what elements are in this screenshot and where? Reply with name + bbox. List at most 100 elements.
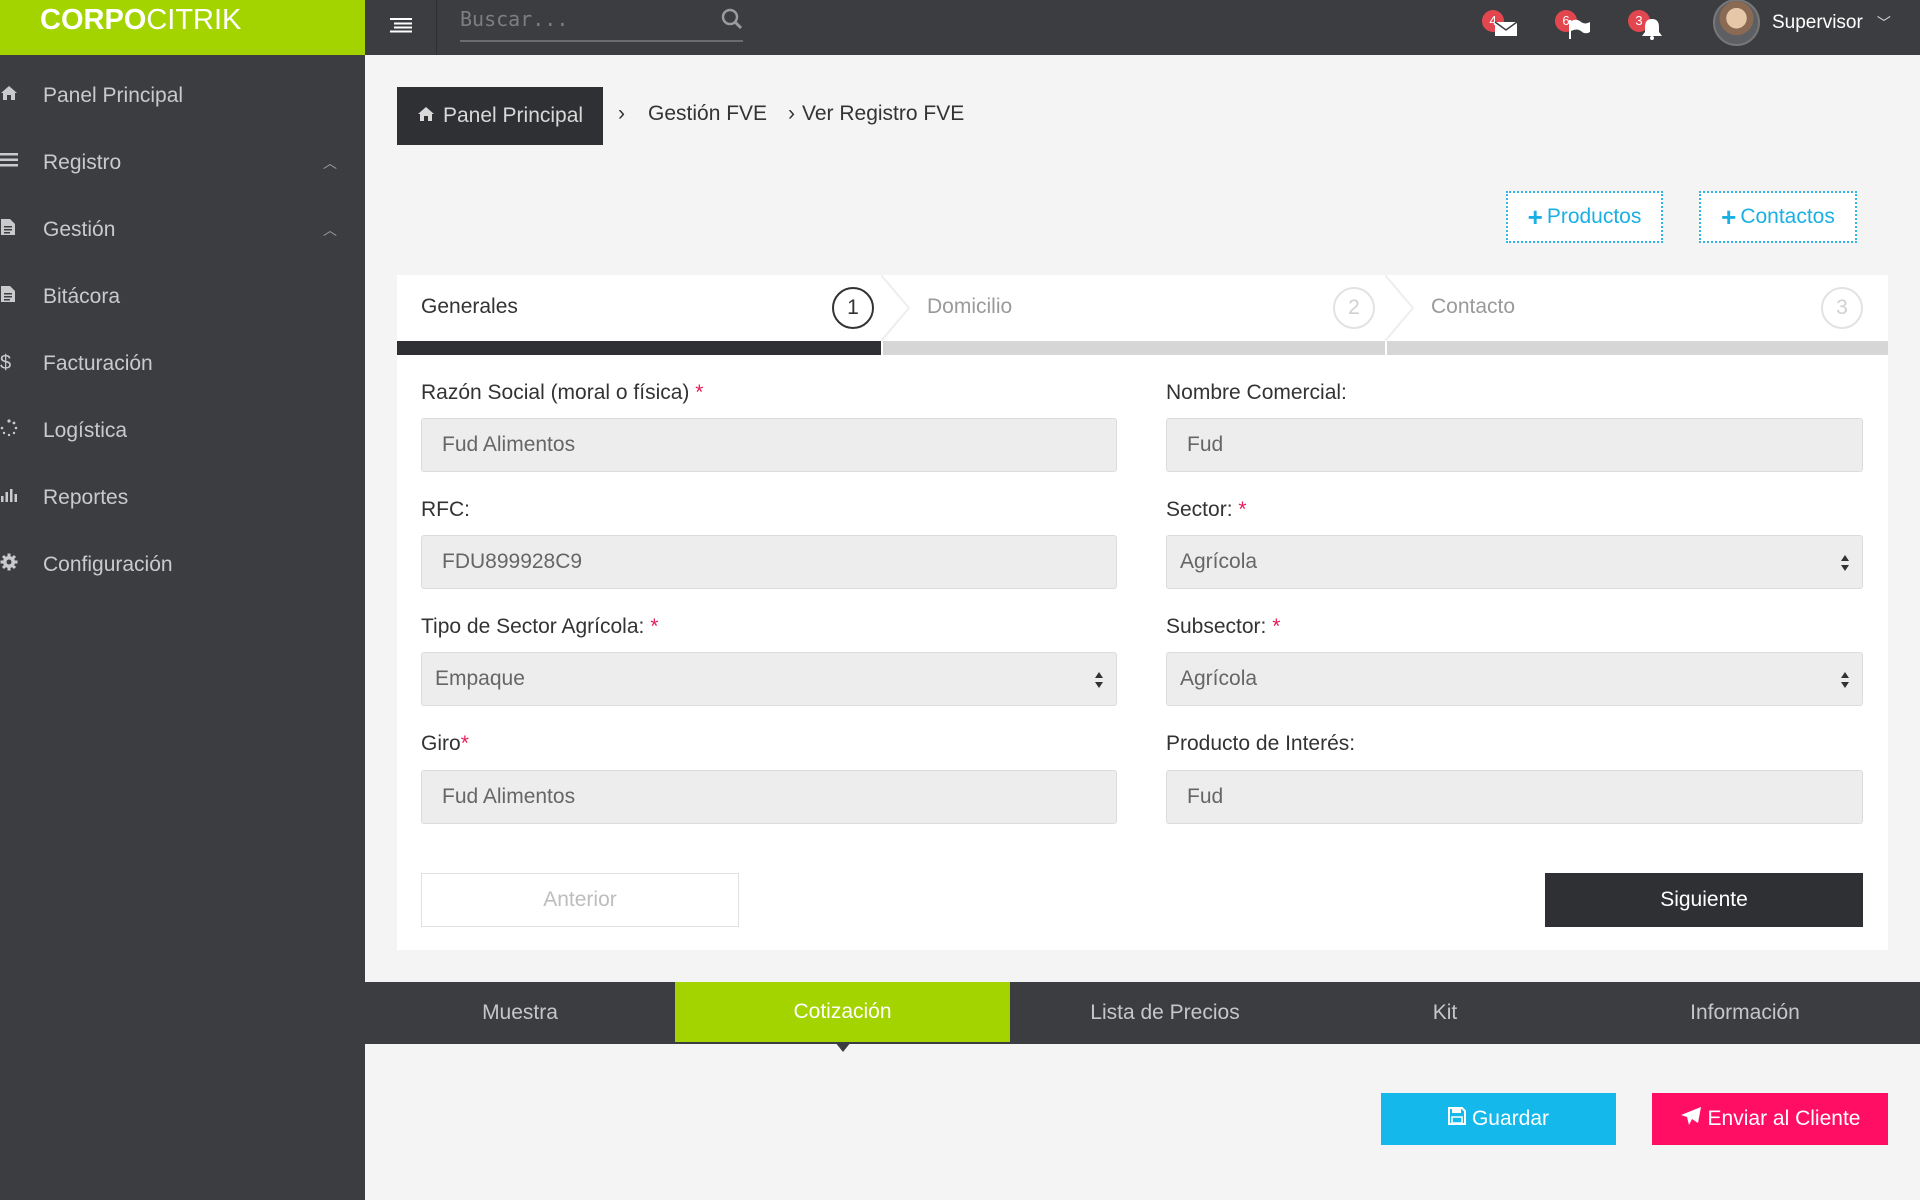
avatar bbox=[1713, 0, 1760, 46]
send-to-client-label: Enviar al Cliente bbox=[1707, 1107, 1861, 1130]
send-to-client-button[interactable]: Enviar al Cliente bbox=[1652, 1093, 1888, 1145]
chevron-down-icon: ﹀ bbox=[1876, 14, 1891, 31]
menu-icon bbox=[389, 17, 412, 38]
add-contacts-button[interactable]: + Contactos bbox=[1699, 191, 1857, 243]
sidebar-item-registro[interactable]: Registro ︿ bbox=[0, 129, 365, 196]
sector-select[interactable]: Agrícola bbox=[1166, 535, 1863, 589]
tab-informacion[interactable]: Información bbox=[1570, 982, 1920, 1044]
list-icon bbox=[0, 151, 43, 174]
search-icon[interactable] bbox=[721, 8, 743, 35]
chevron-up-icon: ︿ bbox=[323, 221, 337, 238]
tipo-sector-select[interactable]: Empaque bbox=[421, 652, 1117, 706]
messages-notification[interactable]: 4 bbox=[1482, 10, 1522, 44]
top-navbar: 4 6 3 Supervisor ﹀ bbox=[365, 0, 1920, 55]
document-icon bbox=[0, 285, 43, 309]
wizard-step-progress bbox=[1387, 341, 1888, 355]
sidebar-item-label: Gestión bbox=[43, 217, 116, 241]
sidebar-item-reportes[interactable]: Reportes bbox=[0, 464, 365, 531]
breadcrumb-home-label: Panel Principal bbox=[443, 104, 584, 127]
plus-icon: + bbox=[1527, 201, 1543, 232]
tipo-sector-label-text: Tipo de Sector Agrícola: bbox=[421, 615, 645, 638]
add-contacts-label: Contactos bbox=[1740, 205, 1835, 228]
breadcrumb-separator-icon: › bbox=[788, 102, 795, 125]
previous-button[interactable]: Anterior bbox=[421, 873, 739, 927]
sidebar-item-gestion[interactable]: Gestión ︿ bbox=[0, 196, 365, 263]
required-marker: * bbox=[1238, 498, 1247, 521]
home-icon bbox=[417, 104, 435, 128]
subsector-select[interactable]: Agrícola bbox=[1166, 652, 1863, 706]
sidebar-item-label: Panel Principal bbox=[43, 83, 184, 107]
required-marker: * bbox=[1272, 615, 1281, 638]
giro-label-text: Giro bbox=[421, 732, 461, 755]
razon-social-label: Razón Social (moral o física) * bbox=[421, 381, 703, 405]
user-name: Supervisor bbox=[1772, 11, 1863, 33]
tab-cotizacion[interactable]: Cotización bbox=[675, 982, 1010, 1052]
search-box bbox=[460, 4, 743, 42]
wizard-step-generales[interactable]: Generales 1 bbox=[397, 275, 881, 355]
sidebar-item-logistica[interactable]: Logística bbox=[0, 397, 365, 464]
sidebar-item-label: Facturación bbox=[43, 351, 153, 375]
rfc-field[interactable]: FDU899928C9 bbox=[421, 535, 1117, 589]
save-button[interactable]: Guardar bbox=[1381, 1093, 1616, 1145]
required-marker: * bbox=[460, 732, 469, 755]
add-products-button[interactable]: + Productos bbox=[1506, 191, 1663, 243]
producto-interes-label: Producto de Interés: bbox=[1166, 732, 1356, 755]
sidebar-item-facturacion[interactable]: $ Facturación bbox=[0, 330, 365, 397]
bottom-tabs: Muestra Cotización Lista de Precios Kit … bbox=[365, 982, 1920, 1052]
nombre-comercial-field[interactable]: Fud bbox=[1166, 418, 1863, 472]
select-arrows-icon bbox=[1841, 555, 1849, 571]
breadcrumb-gestion-fve[interactable]: Gestión FVE bbox=[648, 102, 767, 126]
breadcrumb-home[interactable]: Panel Principal bbox=[397, 87, 603, 145]
breadcrumb-separator-icon: › bbox=[618, 102, 625, 125]
alerts-notification[interactable]: 3 bbox=[1628, 10, 1668, 44]
registro-form-panel: Generales 1 Domicilio 2 Contacto 3 Razón… bbox=[397, 275, 1888, 950]
wizard-step-progress bbox=[883, 341, 1385, 355]
search-input[interactable] bbox=[460, 4, 700, 34]
gear-icon bbox=[0, 553, 43, 577]
nombre-comercial-label: Nombre Comercial: bbox=[1166, 381, 1347, 404]
menu-toggle-button[interactable] bbox=[365, 0, 437, 55]
tab-lista-precios[interactable]: Lista de Precios bbox=[1010, 982, 1320, 1044]
breadcrumb-ver-registro: Ver Registro FVE bbox=[802, 102, 965, 125]
tipo-sector-selected-value: Empaque bbox=[435, 667, 525, 690]
wizard-step-progress bbox=[397, 341, 881, 355]
tab-muestra[interactable]: Muestra bbox=[365, 982, 675, 1044]
wizard-step-number: 3 bbox=[1821, 287, 1863, 329]
required-marker: * bbox=[695, 381, 704, 404]
sidebar-item-panel-principal[interactable]: Panel Principal bbox=[0, 62, 365, 129]
rfc-label: RFC: bbox=[421, 498, 470, 521]
tab-kit[interactable]: Kit bbox=[1320, 982, 1570, 1044]
subsector-label: Subsector: * bbox=[1166, 615, 1280, 639]
wizard-step-label: Generales bbox=[421, 295, 518, 318]
subsector-label-text: Subsector: bbox=[1166, 615, 1267, 638]
brand-logo[interactable]: CORPOCITRIK bbox=[0, 0, 365, 55]
bar-chart-icon bbox=[0, 486, 43, 509]
brand-logo-part2: CITRIK bbox=[146, 4, 242, 36]
wizard-step-number: 2 bbox=[1333, 287, 1375, 329]
sector-label-text: Sector: bbox=[1166, 498, 1233, 521]
floppy-disk-icon bbox=[1447, 1107, 1466, 1131]
tipo-sector-label: Tipo de Sector Agrícola: * bbox=[421, 615, 658, 639]
giro-field[interactable]: Fud Alimentos bbox=[421, 770, 1117, 824]
sidebar-item-label: Configuración bbox=[43, 552, 173, 576]
sidebar-item-configuracion[interactable]: Configuración bbox=[0, 531, 365, 598]
giro-label: Giro* bbox=[421, 732, 469, 756]
save-label: Guardar bbox=[1471, 1107, 1550, 1130]
dollar-icon: $ bbox=[0, 352, 12, 374]
user-menu[interactable]: Supervisor ﹀ bbox=[1713, 0, 1891, 46]
producto-interes-field[interactable]: Fud bbox=[1166, 770, 1863, 824]
wizard-step-contacto[interactable]: Contacto 3 bbox=[1387, 275, 1888, 355]
home-icon bbox=[0, 84, 43, 107]
flags-notification[interactable]: 6 bbox=[1555, 10, 1595, 44]
razon-social-field[interactable]: Fud Alimentos bbox=[421, 418, 1117, 472]
plus-icon: + bbox=[1721, 201, 1737, 232]
wizard-step-label: Contacto bbox=[1431, 295, 1516, 318]
sidebar-item-bitacora[interactable]: Bitácora bbox=[0, 263, 365, 330]
chevron-up-icon: ︿ bbox=[323, 154, 337, 171]
add-products-label: Productos bbox=[1546, 205, 1642, 228]
next-button[interactable]: Siguiente bbox=[1545, 873, 1863, 927]
sidebar-item-label: Logística bbox=[43, 418, 128, 442]
wizard-step-domicilio[interactable]: Domicilio 2 bbox=[883, 275, 1385, 355]
sector-selected-value: Agrícola bbox=[1180, 550, 1258, 573]
sidebar: Panel Principal Registro ︿ Gestión ︿ Bit… bbox=[0, 55, 365, 1200]
